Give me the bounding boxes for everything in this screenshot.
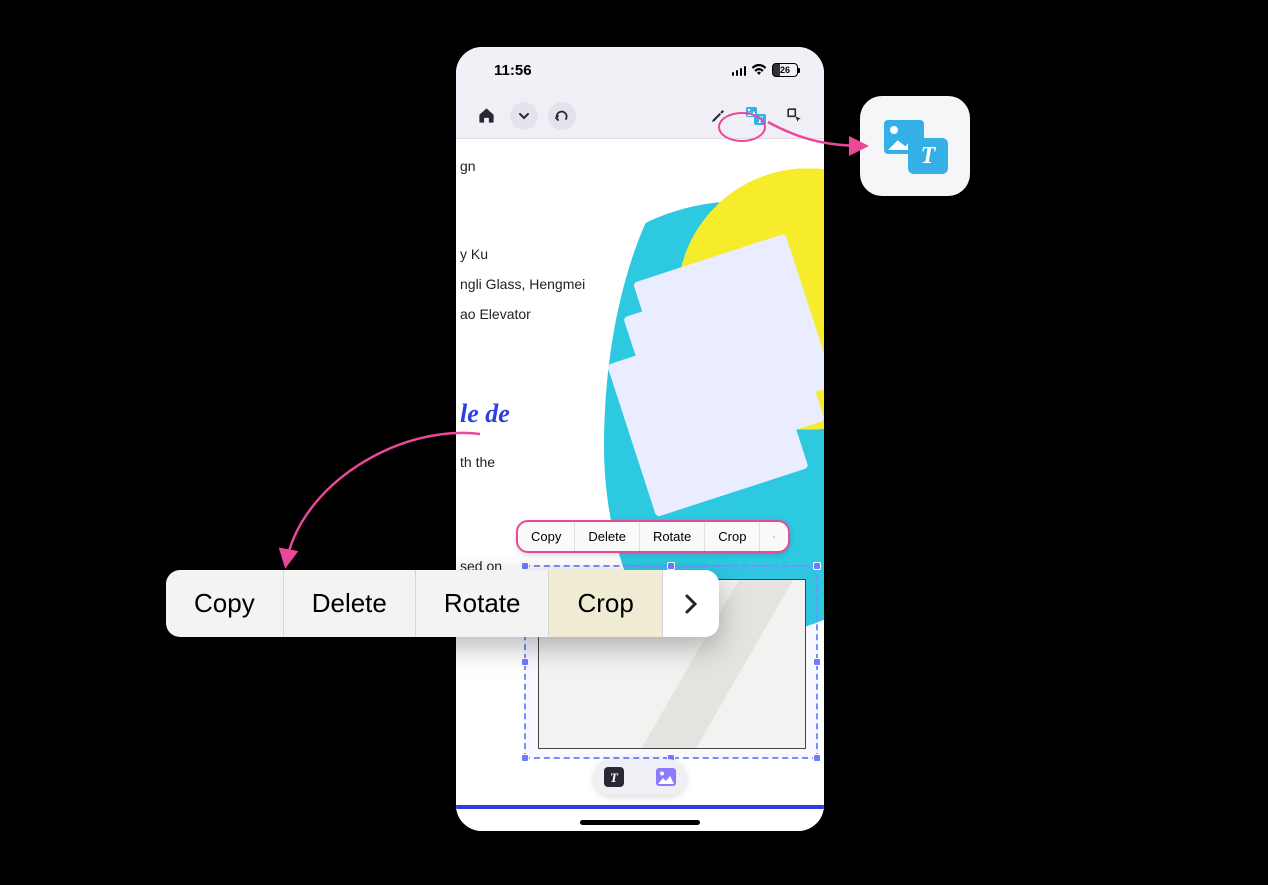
context-menu-compact: Copy Delete Rotate Crop xyxy=(516,520,790,553)
highlighter-icon[interactable] xyxy=(704,102,732,130)
document-canvas[interactable]: gn y Ku ngli Glass, Hengmei ao Elevator … xyxy=(456,139,824,831)
context-menu-more[interactable] xyxy=(760,522,788,551)
image-mode-icon[interactable] xyxy=(654,765,678,789)
home-icon[interactable] xyxy=(472,102,500,130)
chevron-down-icon[interactable] xyxy=(510,102,538,130)
text-glyph-icon: T xyxy=(908,138,948,174)
app-toolbar: T xyxy=(456,93,824,139)
status-indicators: 26 xyxy=(732,63,799,77)
text-mode-icon[interactable]: T xyxy=(602,765,626,789)
doc-line: ngli Glass, Hengmei xyxy=(460,269,820,299)
svg-text:T: T xyxy=(610,770,619,785)
callout-image-text-icon: T xyxy=(860,96,970,196)
resize-handle[interactable] xyxy=(813,754,821,762)
cellular-signal-icon xyxy=(732,65,747,76)
context-menu-more[interactable] xyxy=(663,570,719,637)
context-menu-item-crop[interactable]: Crop xyxy=(705,522,760,551)
context-menu-item-delete[interactable]: Delete xyxy=(284,570,416,637)
resize-handle[interactable] xyxy=(521,562,529,570)
resize-handle[interactable] xyxy=(813,562,821,570)
lasso-select-icon[interactable] xyxy=(780,102,808,130)
status-bar: 11:56 26 xyxy=(456,47,824,93)
home-indicator xyxy=(580,820,700,825)
context-menu-item-crop[interactable]: Crop xyxy=(549,570,662,637)
resize-handle[interactable] xyxy=(521,658,529,666)
resize-handle[interactable] xyxy=(667,562,675,570)
doc-line: y Ku xyxy=(460,239,820,269)
insert-mode-toolbar: T xyxy=(594,759,686,795)
svg-text:T: T xyxy=(757,115,763,125)
phone-device-frame: 11:56 26 xyxy=(456,47,824,831)
chevron-right-icon xyxy=(773,531,775,543)
status-time: 11:56 xyxy=(494,62,532,79)
resize-handle[interactable] xyxy=(521,754,529,762)
redo-icon[interactable] xyxy=(548,102,576,130)
image-text-icon[interactable]: T xyxy=(742,102,770,130)
context-menu-item-rotate[interactable]: Rotate xyxy=(416,570,550,637)
context-menu-enlarged: Copy Delete Rotate Crop xyxy=(166,570,719,637)
wifi-icon xyxy=(751,64,767,76)
context-menu-item-rotate[interactable]: Rotate xyxy=(640,522,705,551)
resize-handle[interactable] xyxy=(813,658,821,666)
doc-line: gn xyxy=(460,151,820,181)
context-menu-item-delete[interactable]: Delete xyxy=(575,522,640,551)
context-menu-item-copy[interactable]: Copy xyxy=(166,570,284,637)
doc-heading: le de xyxy=(460,399,820,429)
context-menu-item-copy[interactable]: Copy xyxy=(518,522,575,551)
doc-line: th the xyxy=(460,447,820,477)
battery-icon: 26 xyxy=(772,63,798,77)
chevron-right-icon xyxy=(683,592,699,616)
doc-line: ao Elevator xyxy=(460,299,820,329)
document-footer-strip xyxy=(456,805,824,831)
